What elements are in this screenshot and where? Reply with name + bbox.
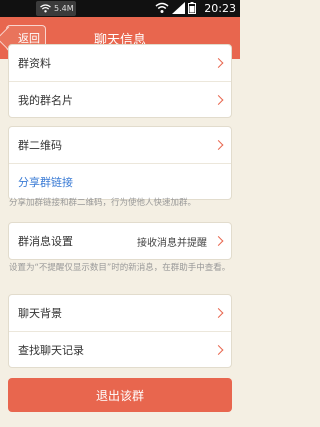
chevron-right-icon	[213, 140, 224, 150]
row-search-chat-history-label: 查找聊天记录	[18, 343, 84, 357]
row-my-group-card-label: 我的群名片	[18, 93, 73, 107]
share-group-link[interactable]: 分享群链接	[18, 174, 73, 190]
row-my-group-card[interactable]: 我的群名片	[9, 81, 231, 117]
chevron-right-icon	[213, 236, 224, 246]
group-message-settings-card: 群消息设置 接收消息并提醒	[8, 222, 232, 260]
chevron-right-icon	[213, 308, 224, 318]
status-time: 20:23	[204, 2, 236, 15]
row-group-profile[interactable]: 群资料	[9, 45, 231, 81]
row-search-chat-history[interactable]: 查找聊天记录	[9, 331, 231, 367]
row-group-message-settings-label: 群消息设置	[18, 235, 73, 248]
wifi-icon	[40, 4, 51, 13]
chevron-right-icon	[213, 94, 224, 105]
row-group-profile-label: 群资料	[18, 57, 51, 70]
chevron-right-icon	[213, 344, 224, 355]
row-group-qr-code[interactable]: 群二维码	[9, 127, 231, 163]
group-share-card: 群二维码 分享群链接	[8, 126, 232, 200]
wifi-icon	[155, 2, 169, 13]
signal-icon	[172, 2, 185, 14]
row-group-message-settings[interactable]: 群消息设置 接收消息并提醒	[9, 223, 231, 259]
status-bar: 5.4M 20:23	[0, 0, 240, 17]
battery-icon	[188, 2, 196, 14]
wifi-speed-badge: 5.4M	[36, 1, 76, 16]
group-info-card: 群资料 我的群名片	[8, 44, 232, 118]
exit-group-button[interactable]: 退出该群	[8, 378, 232, 412]
row-share-group-link[interactable]: 分享群链接	[9, 163, 231, 199]
group-chat-options-card: 聊天背景 查找聊天记录	[8, 294, 232, 368]
wifi-speed-label: 5.4M	[54, 4, 74, 13]
message-settings-value: 接收消息并提醒	[137, 237, 207, 249]
row-group-qr-code-label: 群二维码	[18, 139, 62, 152]
message-settings-hint-text: 设置为“不提醒仅显示数目”时的新消息，在群助手中查看。	[9, 263, 231, 273]
row-chat-background[interactable]: 聊天背景	[9, 295, 231, 331]
chevron-right-icon	[213, 58, 224, 68]
row-chat-background-label: 聊天背景	[18, 307, 62, 320]
share-hint-text: 分享加群链接和群二维码，行为使他人快速加群。	[9, 198, 197, 208]
